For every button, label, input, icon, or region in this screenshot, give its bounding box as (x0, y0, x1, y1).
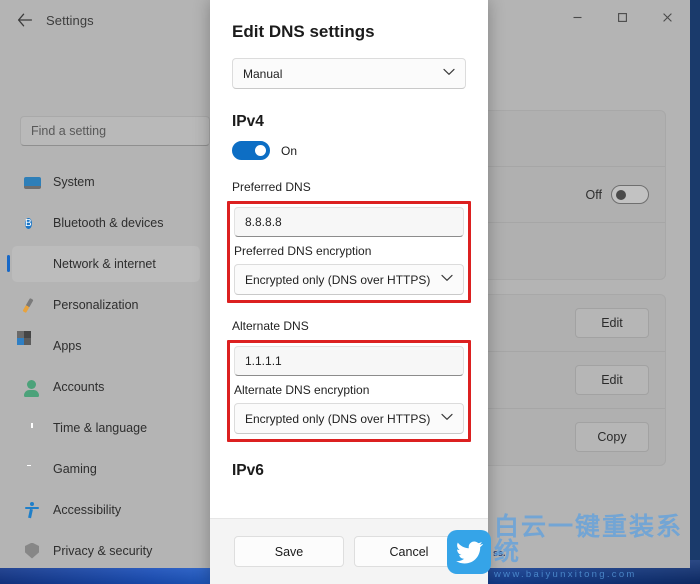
sidebar-item-apps[interactable]: Apps (12, 328, 200, 364)
sidebar-item-bluetooth-devices[interactable]: B Bluetooth & devices (12, 205, 200, 241)
copy-button[interactable]: Copy (575, 422, 649, 452)
alternate-dns-encryption-value: Encrypted only (DNS over HTTPS) (245, 411, 431, 426)
screen-root: Settings Find a setting System B Bluetoo… (0, 0, 700, 584)
save-button[interactable]: Save (234, 536, 344, 567)
dns-mode-dropdown[interactable]: Manual (232, 58, 466, 89)
alternate-dns-encryption-dropdown[interactable]: Encrypted only (DNS over HTTPS) (234, 403, 464, 434)
alternate-dns-label: Alternate DNS (232, 319, 309, 333)
close-icon[interactable] (645, 0, 690, 34)
toggle-state-label: Off (585, 187, 602, 202)
edit-dns-dialog: Edit DNS settings Manual IPv4 On Preferr… (210, 0, 488, 584)
monitor-icon (24, 174, 41, 191)
alternate-dns-encryption-label: Alternate DNS encryption (234, 383, 370, 397)
sidebar-item-label: Network & internet (53, 257, 156, 271)
metered-toggle-group: Off (586, 185, 649, 204)
sidebar-item-time-language[interactable]: Time & language (12, 410, 200, 446)
preferred-dns-value: 8.8.8.8 (245, 215, 282, 229)
bluetooth-icon: B (25, 217, 32, 229)
dns-mode-value: Manual (243, 66, 283, 81)
watermark-small-text: ss. (493, 548, 506, 558)
sidebar-item-label: Bluetooth & devices (53, 216, 164, 230)
shield-icon (24, 542, 41, 560)
ipv4-toggle[interactable] (232, 141, 270, 160)
gamepad-icon (24, 461, 41, 478)
chevron-down-icon (441, 413, 453, 424)
alternate-dns-value: 1.1.1.1 (245, 354, 282, 368)
annotation-box-alternate: 1.1.1.1 Alternate DNS encryption Encrypt… (227, 340, 471, 442)
sidebar-item-personalization[interactable]: Personalization (12, 287, 200, 323)
chevron-down-icon (443, 68, 455, 79)
apps-grid-icon (17, 330, 41, 355)
alternate-dns-input[interactable]: 1.1.1.1 (234, 346, 464, 376)
sidebar-item-accounts[interactable]: Accounts (12, 369, 200, 405)
preferred-dns-input[interactable]: 8.8.8.8 (234, 207, 464, 237)
annotation-box-preferred: 8.8.8.8 Preferred DNS encryption Encrypt… (227, 201, 471, 303)
paintbrush-icon (22, 297, 41, 314)
preferred-dns-encryption-dropdown[interactable]: Encrypted only (DNS over HTTPS) (234, 264, 464, 295)
metered-connection-toggle[interactable] (611, 185, 649, 204)
ipv4-toggle-label: On (281, 143, 298, 158)
window-controls (555, 0, 690, 34)
wifi-icon (24, 256, 41, 273)
edit-ip-button[interactable]: Edit (575, 365, 649, 395)
sidebar-item-label: Apps (53, 339, 82, 353)
twitter-bird-icon (447, 530, 491, 574)
dialog-title: Edit DNS settings (232, 22, 375, 41)
sidebar-item-system[interactable]: System (12, 164, 200, 200)
chevron-down-icon (441, 274, 453, 285)
preferred-dns-label: Preferred DNS (232, 180, 311, 194)
sidebar-item-label: Gaming (53, 462, 97, 476)
search-input[interactable]: Find a setting (20, 116, 210, 146)
preferred-dns-encryption-value: Encrypted only (DNS over HTTPS) (245, 272, 431, 287)
ipv6-section-title: IPv6 (232, 462, 264, 479)
clock-icon (24, 420, 41, 437)
sidebar-item-label: Personalization (53, 298, 139, 312)
sidebar-item-label: Accessibility (53, 503, 122, 517)
ipv4-section-title: IPv4 (232, 113, 264, 130)
sidebar-nav-list: System B Bluetooth & devices Network & i… (7, 164, 200, 568)
accessibility-icon (24, 501, 41, 519)
back-arrow-icon[interactable] (8, 5, 42, 35)
sidebar-item-network-internet[interactable]: Network & internet (7, 246, 200, 282)
sidebar: Find a setting System B Bluetooth & devi… (0, 44, 210, 568)
sidebar-item-accessibility[interactable]: Accessibility (12, 492, 200, 528)
dialog-body: Edit DNS settings Manual IPv4 On Preferr… (210, 0, 488, 518)
sidebar-item-privacy-security[interactable]: Privacy & security (12, 533, 200, 568)
user-icon (24, 379, 41, 397)
sidebar-item-label: Accounts (53, 380, 105, 394)
sidebar-item-gaming[interactable]: Gaming (12, 451, 200, 487)
minimize-icon[interactable] (555, 0, 600, 34)
ipv4-toggle-group: On (232, 141, 466, 160)
preferred-dns-encryption-label: Preferred DNS encryption (234, 244, 372, 258)
sidebar-item-label: System (53, 175, 95, 189)
sidebar-item-label: Time & language (53, 421, 148, 435)
edit-dns-button[interactable]: Edit (575, 308, 649, 338)
search-placeholder: Find a setting (31, 124, 107, 138)
sidebar-item-label: Privacy & security (53, 544, 153, 558)
maximize-icon[interactable] (600, 0, 645, 34)
window-title: Settings (46, 12, 94, 28)
